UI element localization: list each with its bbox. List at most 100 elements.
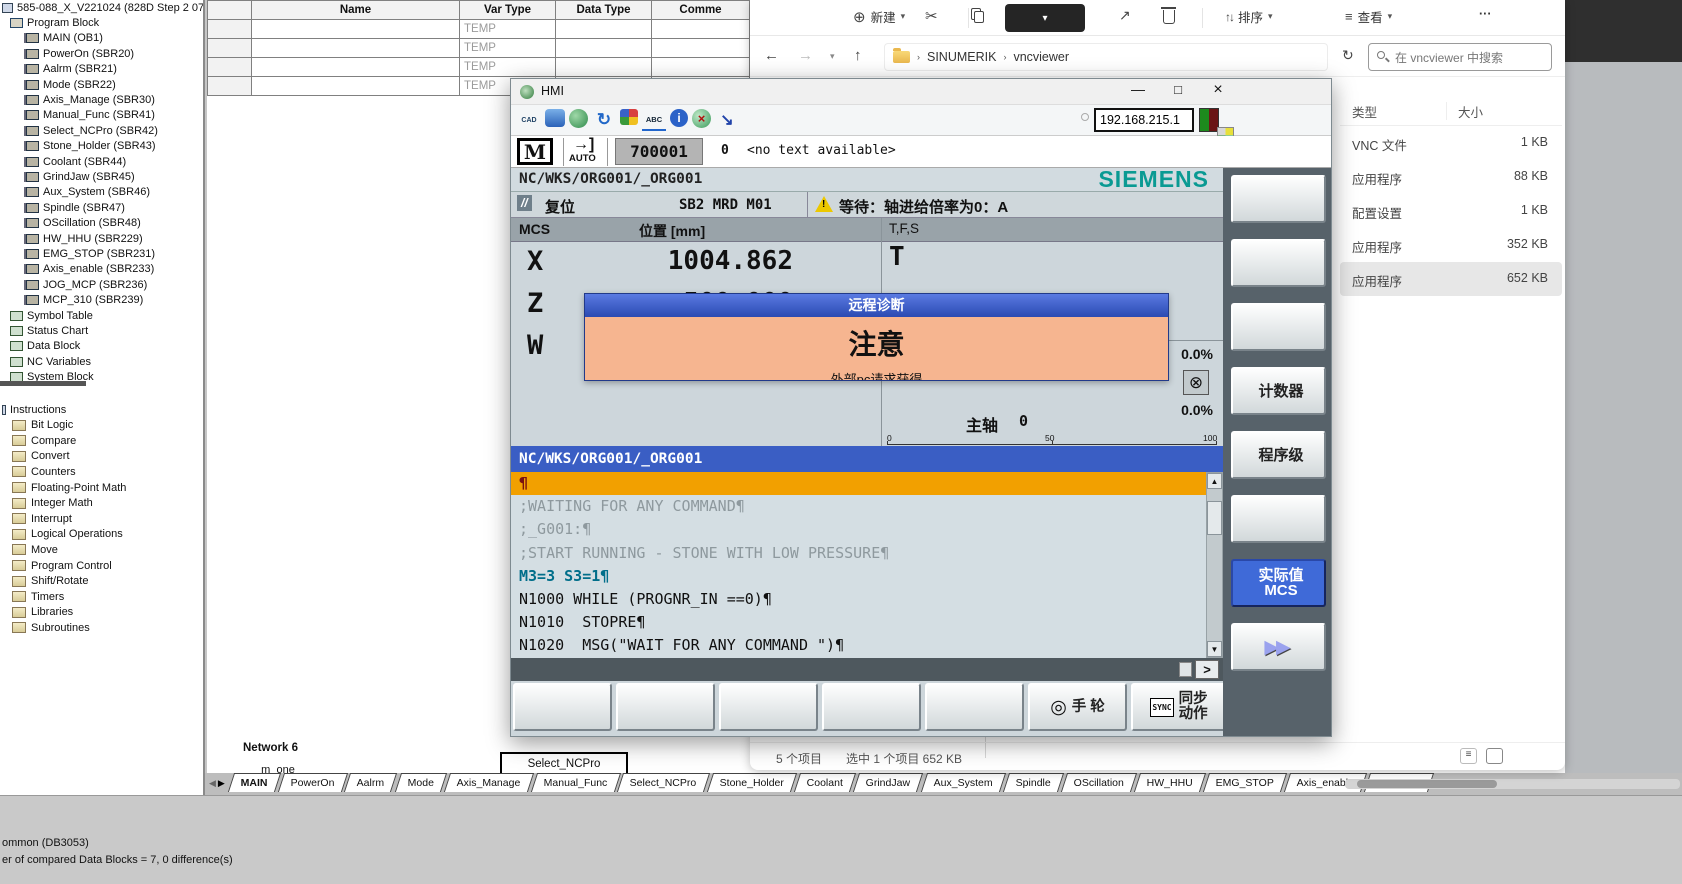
block-tab[interactable]: Manual_Func	[531, 773, 621, 792]
col-data-type[interactable]: Data Type	[556, 1, 652, 20]
instruction-item[interactable]: Counters	[0, 464, 203, 480]
hscroll-thumb[interactable]	[1179, 662, 1192, 677]
block-tab[interactable]: Select_NCPro	[617, 773, 710, 792]
refresh-icon[interactable]: ↻	[1342, 47, 1354, 64]
sort-button[interactable]: ↑↓ 排序 ▾	[1218, 3, 1280, 30]
breadcrumb-item[interactable]: SINUMERIK	[927, 50, 996, 64]
up-icon[interactable]: ↑	[854, 47, 862, 64]
history-chevron-icon[interactable]: ▾	[830, 51, 835, 62]
instruction-item[interactable]: Integer Math	[0, 495, 203, 511]
share-button[interactable]: ↗	[1112, 3, 1138, 28]
block-tab[interactable]: Aux_System	[921, 773, 1006, 792]
tabbar-scroll-track[interactable]	[1345, 779, 1680, 789]
softkey[interactable]	[513, 683, 612, 731]
vnc-toolbar-icon[interactable]	[620, 109, 638, 125]
tree-item[interactable]: Symbol Table	[0, 308, 203, 323]
var-type-cell[interactable]: TEMP	[460, 39, 556, 58]
breadcrumb[interactable]: › SINUMERIK › vncviewer	[884, 43, 1328, 71]
col-comment[interactable]: Comme	[652, 1, 750, 20]
more-button[interactable]: ···	[1472, 3, 1499, 25]
block-tab[interactable]: Aalrm	[344, 773, 398, 792]
back-icon[interactable]: ←	[764, 47, 779, 64]
file-row[interactable]: 配置设置 1 KB	[1340, 194, 1562, 228]
tree-item[interactable]: Axis_Manage (SBR30)	[0, 92, 203, 107]
editor-vscrollbar[interactable]: ▲ ▼	[1206, 472, 1223, 658]
details-view-icon[interactable]: ≡	[1460, 748, 1477, 764]
instruction-item[interactable]: Libraries	[0, 605, 203, 621]
forward-icon[interactable]: →	[798, 47, 813, 64]
col-var-type[interactable]: Var Type	[460, 1, 556, 20]
var-type-cell[interactable]: TEMP	[460, 20, 556, 39]
tree-item[interactable]: Data Block	[0, 339, 203, 354]
var-type-cell[interactable]: TEMP	[460, 58, 556, 77]
instruction-item[interactable]: Bit Logic	[0, 417, 203, 433]
delete-button[interactable]	[1156, 3, 1182, 28]
instruction-item[interactable]: Floating-Point Math	[0, 480, 203, 496]
block-tab[interactable]: OScillation	[1061, 773, 1137, 792]
hscroll-right-icon[interactable]: >	[1195, 660, 1219, 679]
vnc-toolbar-icon[interactable]	[545, 109, 565, 127]
close-button[interactable]: ×	[1203, 81, 1233, 99]
block-tab[interactable]: GrindJaw	[853, 773, 924, 792]
tree-item[interactable]: MAIN (OB1)	[0, 31, 203, 46]
block-tab[interactable]: Spindle	[1003, 773, 1064, 792]
block-tab[interactable]: EMG_STOP	[1203, 773, 1287, 792]
block-tab[interactable]: MAIN	[228, 773, 281, 792]
tree-item[interactable]: GrindJaw (SBR45)	[0, 169, 203, 184]
variable-table[interactable]: Name Var Type Data Type Comme TEMP TEMP	[207, 0, 750, 78]
tree-item[interactable]: HW_HHU (SBR229)	[0, 231, 203, 246]
instruction-item[interactable]: Convert	[0, 449, 203, 465]
tree-item[interactable]: Axis_enable (SBR233)	[0, 262, 203, 277]
softkey[interactable]: SYNC 同步动作	[1131, 683, 1227, 731]
softkey[interactable]	[616, 683, 715, 731]
copy-button[interactable]	[964, 4, 991, 27]
tree-item[interactable]: Program Block	[0, 15, 203, 30]
tree-item[interactable]: Spindle (SBR47)	[0, 200, 203, 215]
instruction-item[interactable]: Compare	[0, 433, 203, 449]
instruction-item[interactable]: Program Control	[0, 558, 203, 574]
block-tab[interactable]: Stone_Holder	[707, 773, 797, 792]
block-tab[interactable]: HW_HHU	[1134, 773, 1206, 792]
tree-hscrollbar-thumb[interactable]	[0, 381, 86, 386]
tree-item[interactable]: Select_NCPro (SBR42)	[0, 123, 203, 138]
instruction-item[interactable]: Move	[0, 542, 203, 558]
softkey[interactable]	[1231, 303, 1326, 351]
var-row[interactable]: TEMP	[208, 58, 750, 77]
softkey[interactable]: 程序级	[1231, 431, 1326, 479]
scroll-down-icon[interactable]: ▼	[1207, 641, 1222, 657]
softkey[interactable]	[1231, 175, 1326, 223]
softkey[interactable]: 计数器	[1231, 367, 1326, 415]
tree-item[interactable]: Aux_System (SBR46)	[0, 185, 203, 200]
cut-button[interactable]: ✂	[918, 3, 945, 29]
file-row[interactable]: VNC 文件 1 KB	[1340, 126, 1562, 160]
tree-item[interactable]: Stone_Holder (SBR43)	[0, 139, 203, 154]
block-tab[interactable]: Mode	[395, 773, 447, 792]
block-tab[interactable]: PowerOn	[278, 773, 348, 792]
tree-item[interactable]: EMG_STOP (SBR231)	[0, 246, 203, 261]
softkey[interactable]: ▶▶	[1231, 623, 1326, 671]
paste-split-button[interactable]: ▾	[1005, 4, 1085, 32]
col-name[interactable]: Name	[252, 1, 460, 20]
tree-item[interactable]: JOG_MCP (SBR236)	[0, 277, 203, 292]
scroll-up-icon[interactable]: ▲	[1207, 473, 1222, 489]
tree-item[interactable]: Mode (SBR22)	[0, 77, 203, 92]
tree-item[interactable]: OScillation (SBR48)	[0, 215, 203, 230]
tree-item[interactable]: Manual_Func (SBR41)	[0, 108, 203, 123]
instruction-item[interactable]: Logical Operations	[0, 527, 203, 543]
tree-item[interactable]: Aalrm (SBR21)	[0, 62, 203, 77]
program-editor[interactable]: ¶ ;WAITING FOR ANY COMMAND¶ ;_G001:¶ ;ST…	[511, 472, 1206, 658]
tree-item[interactable]: NC Variables	[0, 354, 203, 369]
instruction-item[interactable]: Interrupt	[0, 511, 203, 527]
tree-item[interactable]: Status Chart	[0, 323, 203, 338]
vnc-toolbar-icon[interactable]: ↘	[715, 109, 739, 131]
vnc-toolbar-icon[interactable]: CAD	[517, 109, 541, 131]
minimize-button[interactable]: —	[1123, 81, 1153, 97]
block-tab[interactable]: Axis_Manage	[444, 773, 534, 792]
file-row[interactable]: 应用程序 352 KB	[1340, 228, 1562, 262]
vnc-toolbar-icon[interactable]: ×	[692, 109, 711, 128]
softkey[interactable]	[1231, 495, 1326, 543]
new-button[interactable]: ⊕ 新建 ▾	[846, 3, 912, 30]
hmi-titlebar[interactable]: HMI — □ ×	[511, 79, 1331, 105]
column-size[interactable]: 大小	[1458, 102, 1483, 121]
softkey[interactable]	[1231, 239, 1326, 287]
